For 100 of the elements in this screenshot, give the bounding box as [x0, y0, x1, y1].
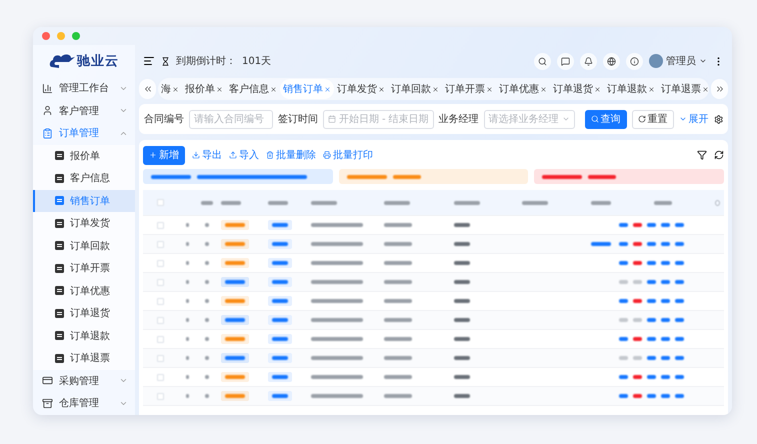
toolbar-link[interactable]: 导入	[229, 148, 259, 162]
toolbar-link[interactable]: 批量删除	[266, 148, 316, 162]
blurred-text	[186, 280, 188, 284]
card-icon	[42, 375, 53, 386]
blurred-text	[311, 375, 363, 379]
tab[interactable]: 订单退款	[604, 79, 658, 99]
filter-icon[interactable]	[697, 150, 707, 160]
table-row[interactable]	[143, 387, 724, 406]
add-button[interactable]: 新增	[143, 146, 185, 164]
message-button[interactable]	[557, 52, 574, 70]
toolbar-link[interactable]: 批量打印	[323, 148, 373, 162]
sidebar-subitem[interactable]: 订单退款	[33, 324, 135, 347]
close-dot[interactable]	[42, 32, 50, 40]
blurred-text	[384, 356, 412, 360]
blurred-text	[272, 280, 288, 284]
hourglass-icon	[161, 56, 170, 66]
minimize-dot[interactable]	[57, 32, 65, 40]
blurred-text	[654, 200, 672, 204]
menu-icon[interactable]	[143, 55, 155, 67]
blurred-text	[392, 174, 421, 178]
blurred-text	[186, 261, 188, 265]
table-row[interactable]	[143, 349, 724, 368]
expand-link[interactable]: 展开	[678, 112, 709, 126]
close-icon[interactable]	[702, 86, 709, 92]
bell-button[interactable]	[580, 52, 597, 70]
tab[interactable]: 海	[158, 79, 182, 99]
blurred-text	[454, 280, 470, 284]
blurred-text	[454, 356, 470, 360]
close-icon[interactable]	[540, 86, 547, 92]
contract-input[interactable]: 请输入合同编号	[189, 110, 273, 128]
maximize-dot[interactable]	[72, 32, 80, 40]
sidebar-item[interactable]: 仓库管理	[33, 392, 135, 414]
close-icon[interactable]	[648, 86, 655, 92]
sidebar-subitem[interactable]: 订单回款	[33, 234, 135, 257]
tab[interactable]: 订单开票	[442, 79, 496, 99]
sidebar-subitem[interactable]: 报价单	[33, 144, 135, 167]
sidebar-subitem[interactable]: 订单退票	[33, 347, 135, 370]
user-menu[interactable]: 管理员	[649, 54, 707, 68]
table-row[interactable]	[143, 273, 724, 292]
blurred-text	[268, 200, 288, 204]
close-icon[interactable]	[270, 86, 277, 92]
tab[interactable]: 订单退票	[658, 79, 709, 99]
trash-icon	[266, 151, 274, 159]
blurred-text	[384, 261, 412, 265]
upload-icon	[229, 151, 237, 159]
tab[interactable]: 客户信息	[226, 79, 280, 99]
sidebar-subitem[interactable]: 订单发货	[33, 212, 135, 234]
blurred-text	[186, 299, 188, 303]
search-icon	[538, 56, 547, 66]
close-icon[interactable]	[172, 86, 179, 92]
blurred-text	[591, 200, 611, 204]
table-row[interactable]	[143, 311, 724, 330]
globe-button[interactable]	[603, 52, 620, 70]
blurred-text	[384, 299, 412, 303]
tab[interactable]: 报价单	[182, 79, 226, 99]
blurred-text	[272, 394, 288, 398]
blurred-text	[311, 356, 363, 360]
search-button[interactable]: 查询	[584, 110, 627, 128]
blurred-text	[186, 242, 188, 246]
refresh-icon[interactable]	[714, 150, 724, 160]
sidebar-subitem[interactable]: 订单优惠	[33, 280, 135, 302]
blurred-text	[272, 337, 288, 341]
blurred-text	[272, 223, 288, 227]
user-icon	[42, 105, 53, 116]
scroll-left-button[interactable]	[139, 79, 156, 99]
sidebar-item[interactable]: 采购管理	[33, 370, 135, 392]
sidebar-item[interactable]: 订单管理	[33, 122, 135, 144]
close-icon[interactable]	[378, 86, 385, 92]
field-label: 业务经理	[438, 112, 479, 126]
printer-icon	[323, 151, 331, 159]
checkbox[interactable]	[156, 199, 164, 206]
blurred-link[interactable]	[591, 242, 611, 246]
tab[interactable]: 销售订单	[280, 79, 334, 99]
sidebar-subitem[interactable]: 订单退货	[33, 302, 135, 324]
logo-text: 驰业云	[77, 53, 119, 70]
caret-icon	[699, 57, 707, 65]
info-button[interactable]	[626, 52, 643, 70]
double-chevron-icon	[714, 84, 724, 94]
avatar-icon	[649, 54, 663, 68]
close-icon[interactable]	[216, 86, 223, 92]
close-icon[interactable]	[594, 86, 601, 92]
close-icon[interactable]	[486, 86, 493, 92]
tab[interactable]: 订单发货	[334, 79, 388, 99]
tab[interactable]: 订单退货	[550, 79, 604, 99]
bar-chart-icon	[42, 82, 53, 94]
close-icon[interactable]	[432, 86, 439, 92]
toolbar-link[interactable]: 导出	[192, 148, 222, 162]
tab[interactable]: 订单回款	[388, 79, 442, 99]
blurred-text	[205, 223, 209, 227]
blurred-text	[311, 337, 363, 341]
reset-button[interactable]: 重置	[632, 110, 674, 128]
settings-icon[interactable]	[714, 114, 723, 124]
table-row[interactable]	[143, 235, 724, 254]
sidebar-subitem[interactable]: 订单开票	[33, 257, 135, 280]
sidebar-item[interactable]: 管理工作台	[33, 77, 135, 100]
blurred-text	[522, 200, 548, 204]
tab[interactable]: 订单优惠	[496, 79, 550, 99]
sidebar-item[interactable]: 客户管理	[33, 100, 135, 122]
sidebar-subitem[interactable]: 客户信息	[33, 167, 135, 190]
search-button[interactable]	[534, 52, 551, 70]
